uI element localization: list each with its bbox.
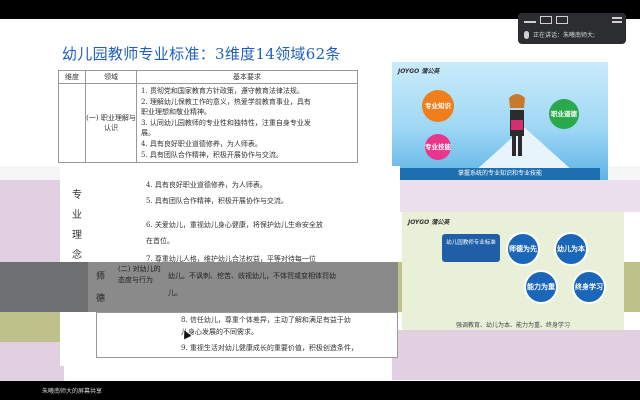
knowledge-bubble: 专业知识 bbox=[422, 90, 454, 122]
speaking-indicator: 正在讲话：朱曦南师大; bbox=[533, 32, 596, 39]
principle-circle: 师德为先 bbox=[506, 232, 540, 266]
principle-circle: 终身学习 bbox=[572, 270, 606, 304]
req-line: 1. 贯彻党和国家教育方针政策，遵守教育法律法规。 bbox=[141, 87, 304, 95]
dimension-label: 师德 bbox=[96, 272, 106, 304]
menu-icon[interactable] bbox=[612, 16, 624, 24]
slide-title: 幼儿园教师专业标准：3维度14领域62条 bbox=[62, 45, 341, 63]
requirements-cell-1: 1. 贯彻党和国家教育方针政策，遵守教育法律法规。 2. 理解幼儿保教工作的意义… bbox=[136, 82, 358, 164]
req-line: 儿身心发展的不同需求。 bbox=[181, 328, 258, 336]
overlay-olive-block bbox=[0, 312, 60, 342]
req-line: 4. 具有良好职业道德修养，为人师表。 bbox=[146, 181, 267, 189]
standards-table: 维度 领域 基本要求 (一) 职业理解与认识 1. 贯彻党和国家教育方针政策，遵… bbox=[58, 70, 358, 164]
ethics-bubble: 职业道德 bbox=[549, 99, 579, 129]
center-label: 幼儿园教师专业标准 bbox=[442, 234, 500, 262]
teacher-figure-icon bbox=[509, 94, 525, 156]
domain-cell-2: (二) 对幼儿的态度与行为 bbox=[118, 265, 161, 284]
req-line: 职业理想和敬业精神。 bbox=[141, 108, 211, 117]
req-line: 在首位。 bbox=[146, 237, 174, 245]
brand-logo: JOYGO 蒲公英 bbox=[398, 68, 440, 75]
brand-logo: JOYGO 蒲公英 bbox=[408, 219, 450, 226]
principle-circle: 能力为重 bbox=[524, 270, 558, 304]
screen-share-label: 朱曦南师大的屏幕共享 bbox=[42, 388, 103, 395]
overlay-pink-right bbox=[392, 330, 640, 380]
req-line: 3. 认同幼儿园教师的专业性和独特性，注重自身专业发 bbox=[141, 118, 311, 127]
req-line: 展。 bbox=[141, 129, 155, 138]
dimension-cell bbox=[58, 82, 86, 164]
meeting-control-panel[interactable]: 正在讲话：朱曦南师大; bbox=[518, 13, 626, 44]
req-line: 5. 具有团队合作精神，积极开展协作与交流。 bbox=[141, 150, 283, 159]
req-line: 4. 具有良好职业道德修养，为人师表。 bbox=[141, 139, 262, 148]
principle-circle: 幼儿为本 bbox=[554, 232, 588, 266]
overlay-lavender-block bbox=[398, 180, 640, 212]
header-dimension: 维度 bbox=[58, 70, 86, 84]
req-line: 2. 理解幼儿保教工作的意义，热爱学前教育事业，具有 bbox=[141, 97, 311, 106]
req-line: 幼儿。不讽刺、挖苦、歧视幼儿，不体罚或变相体罚幼 bbox=[168, 272, 336, 280]
header-domain: 领域 bbox=[85, 70, 137, 84]
skills-bubble: 专业技能 bbox=[425, 134, 451, 160]
header-requirements: 基本要求 bbox=[136, 70, 358, 84]
minimize-icon[interactable] bbox=[524, 21, 536, 23]
table-bottom-rows: 8. 信任幼儿，尊重个体差异，主动了解和满足有益于幼 儿身心发展的不同需求。 9… bbox=[96, 312, 398, 358]
image-caption: 强调教育、幼儿为本、能力为重、终身学习 bbox=[455, 322, 570, 329]
overlay-dark-left bbox=[0, 262, 88, 312]
table-row-dimmed: 师德 (二) 对幼儿的态度与行为 幼儿。不讽刺、挖苦、歧视幼儿，不体罚或变相体罚… bbox=[88, 262, 398, 312]
domain-cell-1: (一) 职业理解与认识 bbox=[85, 82, 137, 164]
image-caption: 掌握系统的专业知识和专业技能 bbox=[400, 168, 600, 180]
principles-illustration: JOYGO 蒲公英 幼儿园教师专业标准 师德为先 幼儿为本 能力为重 终身学习 … bbox=[402, 212, 624, 332]
req-line: 儿。 bbox=[168, 289, 182, 297]
layout-icon[interactable] bbox=[556, 16, 568, 24]
req-line: 9. 重视生活对幼儿健康成长的重要价值，积极创造条件， bbox=[181, 344, 358, 352]
window-icon[interactable] bbox=[540, 16, 552, 24]
microphone-icon bbox=[524, 31, 529, 39]
req-line: 5. 具有团队合作精神，积极开展协作与交流。 bbox=[146, 197, 288, 205]
competency-illustration: JOYGO 蒲公英 专业知识 专业技能 职业道德 掌握系统的专业知识和专业技能 bbox=[392, 62, 608, 180]
req-line: 6. 关爱幼儿，重视幼儿身心健康，将保护幼儿生命安全放 bbox=[146, 221, 323, 229]
req-line: 8. 信任幼儿，尊重个体差异，主动了解和满足有益于幼 bbox=[181, 316, 351, 324]
